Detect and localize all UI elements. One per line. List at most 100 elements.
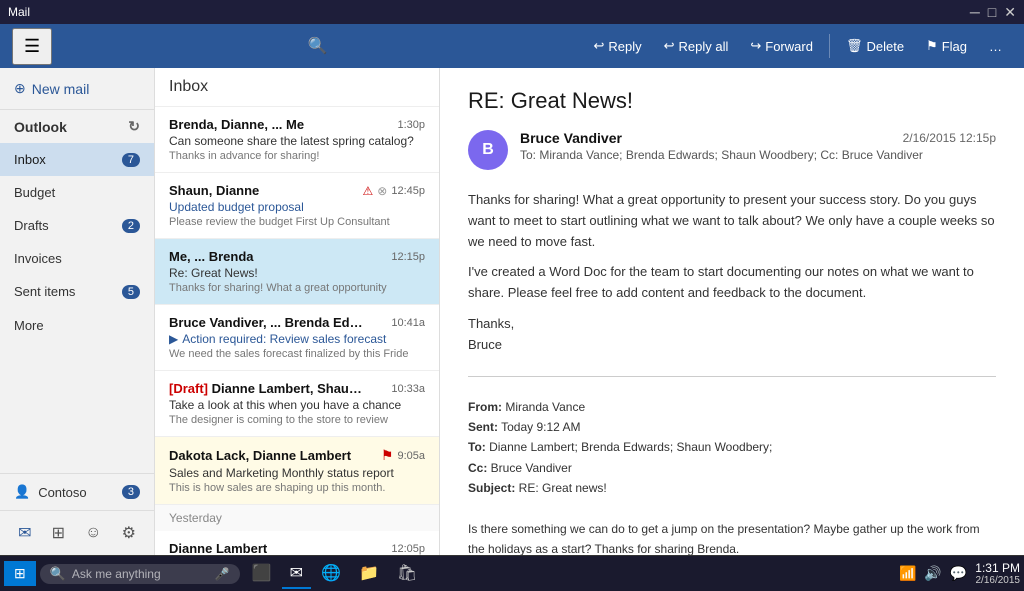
- email-item[interactable]: Shaun, Dianne ⚠ ⊗ 12:45p Updated budget …: [155, 173, 439, 239]
- email-preview: Thanks for sharing! What a great opportu…: [169, 282, 425, 294]
- email-from: [Draft] Dianne Lambert, Shaun Wo...: [169, 381, 369, 396]
- email-time: 1:30p: [397, 119, 425, 131]
- email-detail-subject: RE: Great News!: [468, 88, 996, 114]
- email-detail-meta: Bruce Vandiver 2/16/2015 12:15p To: Mira…: [520, 130, 996, 162]
- email-to-line: To: Miranda Vance; Brenda Edwards; Shaun…: [520, 148, 996, 162]
- reply-all-button[interactable]: ↩ Reply all: [654, 32, 739, 60]
- window-title: Mail: [8, 5, 970, 19]
- sidebar-item-inbox[interactable]: Inbox 7: [0, 143, 154, 176]
- taskbar-search[interactable]: 🔍 🎤: [40, 564, 240, 584]
- email-preview: This is how sales are shaping up this mo…: [169, 482, 425, 494]
- apps-footer-icon[interactable]: ⊞: [48, 519, 69, 547]
- maximize-button[interactable]: □: [988, 4, 996, 21]
- people-footer-icon[interactable]: ☺: [81, 520, 105, 546]
- new-mail-icon: ⊕: [14, 80, 26, 97]
- reply-all-icon: ↩: [664, 38, 675, 54]
- email-action-row: ▶ Action required: Review sales forecast: [169, 332, 425, 346]
- email-subject: Can someone share the latest spring cata…: [169, 134, 425, 148]
- email-time: 12:15p: [391, 251, 425, 263]
- settings-footer-icon[interactable]: ⚙: [118, 519, 140, 547]
- quoted-block-1: From: Miranda Vance Sent: Today 9:12 AM …: [468, 397, 996, 555]
- email-from: Bruce Vandiver, ... Brenda Edwards: [169, 315, 369, 330]
- email-time: 10:33a: [391, 383, 425, 395]
- email-body: Thanks for sharing! What a great opportu…: [468, 190, 996, 356]
- sidebar-footer: ✉ ⊞ ☺ ⚙: [0, 510, 154, 555]
- drafts-badge: 2: [122, 219, 140, 233]
- account-name: Outlook: [14, 119, 67, 135]
- sidebar-account-header: Outlook ↻: [0, 110, 154, 143]
- email-preview: We need the sales forecast finalized by …: [169, 348, 425, 360]
- close-button[interactable]: ✕: [1004, 4, 1016, 21]
- sender-name: Bruce Vandiver: [520, 130, 622, 146]
- hamburger-button[interactable]: ☰: [12, 28, 52, 65]
- mail-footer-icon[interactable]: ✉: [14, 519, 35, 547]
- email-subject: Re: Great News!: [169, 266, 425, 280]
- reply-button[interactable]: ↩ Reply: [583, 32, 651, 60]
- flag-button[interactable]: ⚑ Flag: [916, 32, 977, 60]
- sidebar-item-drafts[interactable]: Drafts 2: [0, 209, 154, 242]
- flag-icon: ⚑: [926, 38, 938, 54]
- taskbar-search-icon: 🔍: [50, 566, 66, 582]
- taskbar-search-input[interactable]: [72, 567, 209, 581]
- email-time: 12:05p: [391, 543, 425, 555]
- email-preview: Thanks in advance for sharing!: [169, 150, 425, 162]
- email-item[interactable]: [Draft] Dianne Lambert, Shaun Wo... 10:3…: [155, 371, 439, 437]
- forward-button[interactable]: ↪ Forward: [740, 32, 823, 60]
- email-subject: Updated budget proposal: [169, 200, 425, 214]
- email-list: Inbox Brenda, Dianne, ... Me 1:30p Can s…: [155, 68, 440, 555]
- account-icon: 👤: [14, 484, 30, 500]
- email-item[interactable]: Dakota Lack, Dianne Lambert ⚑ 9:05a Sale…: [155, 437, 439, 505]
- email-item[interactable]: Bruce Vandiver, ... Brenda Edwards 10:41…: [155, 305, 439, 371]
- email-detail-pane: RE: Great News! B Bruce Vandiver 2/16/20…: [440, 68, 1024, 555]
- email-time: 12:45p: [391, 185, 425, 197]
- taskbar-app-store[interactable]: 🛍: [389, 559, 425, 589]
- flag-indicator-icon: ⚑: [381, 447, 394, 464]
- new-mail-button[interactable]: ⊕ New mail: [0, 68, 154, 110]
- account-info: 👤 Contoso: [14, 484, 87, 500]
- email-list-header: Inbox: [155, 68, 439, 107]
- email-from: Dianne Lambert: [169, 541, 267, 555]
- refresh-icon[interactable]: ↻: [128, 118, 140, 135]
- email-preview: The designer is coming to the store to r…: [169, 414, 425, 426]
- sidebar-bottom: 👤 Contoso 3: [0, 473, 154, 510]
- taskbar-app-mail[interactable]: ✉: [282, 559, 311, 589]
- toolbar-action-buttons: ↩ Reply ↩ Reply all ↪ Forward 🗑 Delete ⚑…: [583, 32, 1012, 60]
- more-folders-button[interactable]: More: [0, 308, 154, 343]
- account-badge: 3: [122, 485, 140, 499]
- sidebar-navigation: Inbox 7 Budget Drafts 2 Invoices Sent it…: [0, 143, 154, 308]
- mic-icon[interactable]: 🎤: [215, 567, 230, 581]
- delete-button[interactable]: 🗑 Delete: [836, 32, 914, 60]
- email-item[interactable]: Me, ... Brenda 12:15p Re: Great News! Th…: [155, 239, 439, 305]
- taskbar-time: 1:31 PM: [975, 561, 1020, 575]
- more-button[interactable]: …: [979, 33, 1012, 60]
- start-button[interactable]: ⊞: [4, 561, 36, 586]
- email-time: 10:41a: [391, 317, 425, 329]
- sent-badge: 5: [122, 285, 140, 299]
- email-item[interactable]: Dianne Lambert 12:05p Display refresh Hi…: [155, 531, 439, 555]
- email-from: Brenda, Dianne, ... Me: [169, 117, 304, 132]
- taskbar-app-browser[interactable]: 🌐: [313, 559, 349, 589]
- email-date: 2/16/2015 12:15p: [903, 131, 996, 145]
- taskbar-app-explorer[interactable]: 📁: [351, 559, 387, 589]
- error-icon: ⚠: [363, 184, 374, 198]
- toolbar-search-area: 🔍: [56, 36, 579, 56]
- email-item[interactable]: Brenda, Dianne, ... Me 1:30p Can someone…: [155, 107, 439, 173]
- sidebar-item-invoices[interactable]: Invoices: [0, 242, 154, 275]
- window: Mail ─ □ ✕ ☰ 🔍 ↩ Reply ↩ Reply all ↪ For…: [0, 0, 1024, 591]
- account-label: Contoso: [38, 485, 86, 500]
- notification-icon: 💬: [950, 565, 967, 582]
- email-subject: Sales and Marketing Monthly status repor…: [169, 466, 425, 480]
- cancel-icon: ⊗: [377, 184, 387, 198]
- minimize-button[interactable]: ─: [970, 4, 980, 21]
- taskbar-app-taskview[interactable]: ⬛: [244, 559, 280, 589]
- sidebar-item-budget[interactable]: Budget: [0, 176, 154, 209]
- email-detail-header: B Bruce Vandiver 2/16/2015 12:15p To: Mi…: [468, 130, 996, 170]
- network-icon: 📶: [899, 565, 916, 582]
- sidebar-item-sent[interactable]: Sent items 5: [0, 275, 154, 308]
- window-controls: ─ □ ✕: [970, 4, 1016, 21]
- search-icon[interactable]: 🔍: [308, 36, 328, 56]
- toolbar-separator: [829, 34, 830, 58]
- taskbar: ⊞ 🔍 🎤 ⬛ ✉ 🌐 📁 🛍 📶 🔊 💬 1:31 PM 2/16/2015: [0, 555, 1024, 591]
- action-text: Action required: Review sales forecast: [182, 332, 386, 346]
- forward-icon: ↪: [750, 38, 761, 54]
